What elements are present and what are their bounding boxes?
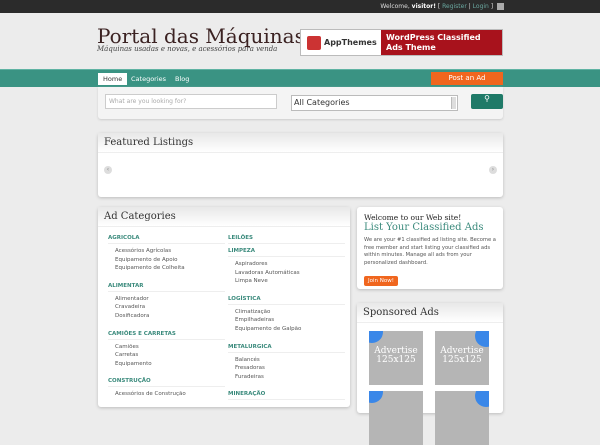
- subcategory-link[interactable]: Equipamento de Galpão: [228, 325, 345, 334]
- next-arrow-icon[interactable]: ›: [489, 166, 497, 174]
- subcategory-link[interactable]: Equipamento: [108, 360, 225, 369]
- welcome-widget: Welcome to our Web site! List Your Class…: [357, 207, 503, 289]
- banner-brand: AppThemes: [324, 38, 377, 47]
- welcome-title: List Your Classified Ads: [364, 222, 484, 233]
- ad-slot[interactable]: Advertise 125x125: [369, 331, 423, 385]
- join-now-button[interactable]: Join Now!: [364, 276, 398, 286]
- search-bar: What are you looking for? All Categories…: [98, 87, 503, 119]
- select-arrow-icon: [451, 97, 456, 109]
- categories-title: Ad Categories: [98, 207, 350, 227]
- category-group: ALIMENTAR Alimentador Cravadeira Dosificado…: [108, 283, 225, 321]
- category-group: AGRICOLA Acessórios Agrícolas Equipamento …: [108, 235, 225, 273]
- category-group: LOGÍSTICA Climatização Empilhadeiras Equipa…: [228, 296, 345, 334]
- nav-categories[interactable]: Categories: [126, 73, 171, 85]
- category-group: CAMIÕES E CARRETAS Camiões Carretas Equipam…: [108, 331, 225, 369]
- category-link[interactable]: LOGÍSTICA: [228, 296, 345, 305]
- ad-text: Advertise 125x125: [374, 346, 418, 365]
- subcategory-link[interactable]: Carretas: [108, 351, 225, 360]
- subcategory-link[interactable]: Furadeiras: [228, 373, 345, 382]
- featured-title: Featured Listings: [98, 133, 503, 153]
- subcategory-link[interactable]: Equipamento de Apoio: [108, 256, 225, 265]
- subcategory-link[interactable]: Balancés: [228, 356, 345, 365]
- welcome-heading: Welcome to our Web site!: [364, 213, 462, 222]
- ad-text: Advertise 125x125: [440, 346, 484, 365]
- nav-home[interactable]: Home: [98, 73, 128, 85]
- subcategory-link[interactable]: Dosificadora: [108, 312, 225, 321]
- subcategory-link[interactable]: Camiões: [108, 343, 225, 352]
- subcategory-link[interactable]: Fresadoras: [228, 364, 345, 373]
- subcategory-link[interactable]: Climatização: [228, 308, 345, 317]
- main-nav: Home Categories Blog Post an Ad: [0, 69, 600, 87]
- subcategory-link[interactable]: Acessórios de Construção: [108, 390, 225, 399]
- welcome-text: Welcome,: [380, 3, 410, 10]
- category-link[interactable]: MINERAÇÃO: [228, 391, 345, 401]
- category-link[interactable]: CONSTRUÇÃO: [108, 378, 225, 388]
- header-banner[interactable]: AppThemes WordPress Classified Ads Theme: [300, 29, 503, 56]
- category-group: MINERAÇÃO: [228, 391, 345, 401]
- category-select[interactable]: All Categories: [291, 95, 458, 111]
- category-link[interactable]: LEILÕES: [228, 235, 345, 244]
- login-link[interactable]: Login: [473, 3, 489, 10]
- banner-text: WordPress Classified Ads Theme: [381, 30, 502, 55]
- ad-categories: Ad Categories AGRICOLA Acessórios Agrícol…: [98, 207, 350, 407]
- post-ad-button[interactable]: Post an Ad: [431, 72, 503, 85]
- featured-listings: Featured Listings ‹ ›: [98, 133, 503, 197]
- prev-arrow-icon[interactable]: ‹: [104, 166, 112, 174]
- category-link[interactable]: AGRICOLA: [108, 235, 225, 244]
- category-group: LIMPEZA Aspiradores Lavadoras Automáticas L…: [228, 248, 345, 286]
- sponsored-title: Sponsored Ads: [357, 303, 503, 323]
- category-link[interactable]: METALURGICA: [228, 344, 345, 353]
- subcategory-link[interactable]: Aspiradores: [228, 260, 345, 269]
- subcategory-link[interactable]: Equipamento de Colheita: [108, 264, 225, 273]
- rss-icon[interactable]: [497, 3, 504, 10]
- category-group: METALURGICA Balancés Fresadoras Furadeiras: [228, 344, 345, 382]
- category-link[interactable]: ALIMENTAR: [108, 283, 225, 292]
- category-group: LEILÕES: [228, 235, 345, 244]
- search-icon: ⚲: [484, 94, 490, 103]
- subcategory-link[interactable]: Empilhadeiras: [228, 316, 345, 325]
- welcome-text: We are your #1 classified ad listing sit…: [364, 237, 496, 266]
- subcategory-link[interactable]: Alimentador: [108, 295, 225, 304]
- subcategory-link[interactable]: Lavadoras Automáticas: [228, 269, 345, 278]
- site-tagline: Máquinas usadas e novas, e acessórios pa…: [97, 45, 278, 53]
- sponsored-ads: Sponsored Ads Advertise 125x125 Advertis…: [357, 303, 503, 445]
- search-button[interactable]: ⚲: [471, 94, 503, 109]
- category-group: CONSTRUÇÃO Acessórios de Construção: [108, 378, 225, 399]
- appthemes-logo-icon: [307, 35, 321, 50]
- ad-slot[interactable]: [435, 391, 489, 445]
- search-input[interactable]: What are you looking for?: [105, 94, 277, 109]
- nav-blog[interactable]: Blog: [170, 73, 194, 85]
- subcategory-link[interactable]: Limpa Neve: [228, 277, 345, 286]
- subcategory-link[interactable]: Acessórios Agrícolas: [108, 247, 225, 256]
- username: visitor!: [411, 3, 436, 10]
- top-bar: Welcome, visitor! [ Register | Login ]: [0, 0, 600, 13]
- category-select-value: All Categories: [294, 98, 350, 107]
- category-link[interactable]: CAMIÕES E CARRETAS: [108, 331, 225, 340]
- category-link[interactable]: LIMPEZA: [228, 248, 345, 257]
- ad-slot[interactable]: [369, 391, 423, 445]
- register-link[interactable]: Register: [442, 3, 467, 10]
- ad-slot[interactable]: Advertise 125x125: [435, 331, 489, 385]
- subcategory-link[interactable]: Cravadeira: [108, 303, 225, 312]
